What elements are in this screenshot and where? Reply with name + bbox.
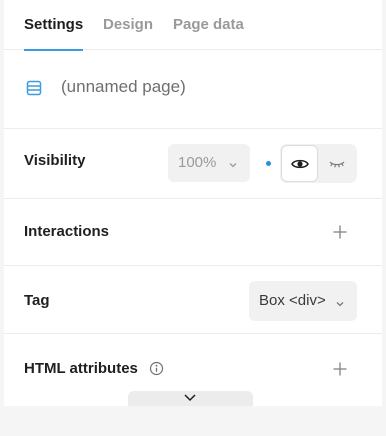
visibility-toggle <box>280 144 357 183</box>
eye-open-icon <box>291 159 309 169</box>
plus-icon <box>333 362 347 376</box>
html-attributes-label: HTML attributes <box>24 360 138 377</box>
tag-row: Tag Box <div> <box>4 267 382 334</box>
page-header: (unnamed page) <box>4 51 382 129</box>
settings-panel: Settings Design Page data (unnamed page)… <box>4 0 382 406</box>
tag-value: Box <div> <box>259 292 326 309</box>
tab-settings[interactable]: Settings <box>24 0 84 51</box>
tag-select[interactable]: Box <div> <box>249 281 357 321</box>
add-interaction-button[interactable] <box>330 222 350 242</box>
page-name: (unnamed page) <box>61 77 186 96</box>
tab-page-data[interactable]: Page data <box>173 0 244 50</box>
expand-panel-button[interactable] <box>128 391 253 406</box>
opacity-select[interactable]: 100% <box>168 144 250 182</box>
opacity-value: 100% <box>178 154 217 171</box>
eye-closed-icon <box>329 161 345 168</box>
visibility-label: Visibility <box>24 152 86 169</box>
visibility-row: Visibility 100% <box>4 130 382 199</box>
page-layout-icon <box>26 80 42 96</box>
show-button[interactable] <box>281 145 318 182</box>
tab-bar: Settings Design Page data <box>4 0 382 51</box>
hide-button[interactable] <box>319 145 356 182</box>
interactions-label: Interactions <box>24 223 110 240</box>
tab-design[interactable]: Design <box>103 0 153 50</box>
info-icon[interactable] <box>149 361 164 376</box>
chevron-down-icon <box>184 394 196 402</box>
interactions-row: Interactions <box>4 200 382 266</box>
modified-indicator-dot <box>266 161 271 166</box>
tag-label: Tag <box>24 292 50 309</box>
add-html-attribute-button[interactable] <box>330 359 350 379</box>
plus-icon <box>333 225 347 239</box>
chevron-down-icon <box>228 157 238 168</box>
chevron-down-icon <box>335 296 345 307</box>
